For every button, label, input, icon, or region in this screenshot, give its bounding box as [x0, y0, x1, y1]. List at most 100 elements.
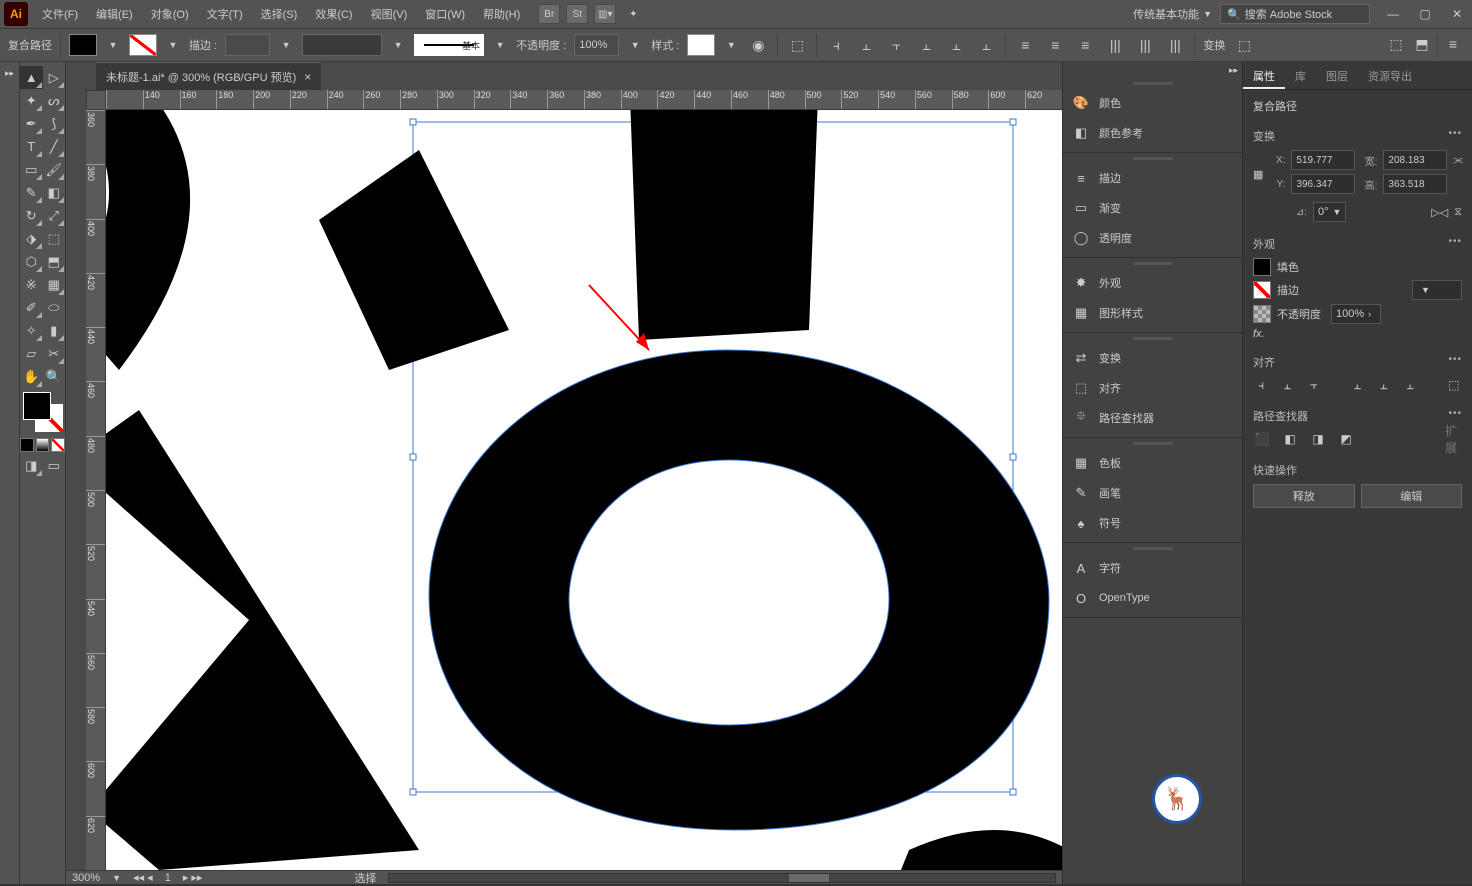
bridge-button[interactable]: Br: [538, 4, 560, 24]
crop-icon[interactable]: ⬒: [1411, 33, 1433, 55]
blend-tool[interactable]: ⬭: [43, 296, 66, 319]
panel-item-渐变[interactable]: ▭渐变: [1063, 193, 1242, 223]
stroke-dropdown[interactable]: ▼: [165, 34, 181, 56]
menu-help[interactable]: 帮助(H): [475, 2, 528, 26]
collapse-panels-icon[interactable]: ▸▸: [1229, 65, 1238, 76]
stroke-color-swatch[interactable]: [1253, 281, 1271, 299]
type-tool[interactable]: T: [20, 135, 43, 158]
screen-mode-tool[interactable]: ▭: [43, 454, 66, 477]
brush-dropdown[interactable]: ▼: [492, 34, 508, 56]
line-tool[interactable]: ╱: [43, 135, 66, 158]
align-right-icon[interactable]: ⫟: [885, 34, 907, 56]
panel-item-外观[interactable]: ✸外观: [1063, 268, 1242, 298]
angle-input[interactable]: 0°▼: [1313, 202, 1346, 222]
slice-tool[interactable]: ✂: [43, 342, 66, 365]
selection-tool[interactable]: ▲: [20, 66, 43, 89]
align-left-icon[interactable]: ⫞: [825, 34, 847, 56]
appearance-more-icon[interactable]: •••: [1448, 236, 1462, 247]
arrange-button[interactable]: ▥▾: [594, 4, 616, 24]
direct-selection-tool[interactable]: ▷: [43, 66, 66, 89]
align-top-icon[interactable]: ⫠: [915, 34, 937, 56]
fill-indicator[interactable]: [23, 392, 51, 420]
eraser-tool[interactable]: ◧: [43, 181, 66, 204]
fill-color-swatch[interactable]: [1253, 258, 1271, 276]
pf-minus-icon[interactable]: ◧: [1281, 430, 1299, 448]
transform-label[interactable]: 变换: [1203, 37, 1225, 53]
brush-definition-field[interactable]: 基本: [414, 34, 484, 56]
opacity-field[interactable]: 100%: [574, 34, 619, 56]
draw-mode-tool[interactable]: ◨: [20, 454, 43, 477]
flip-v-icon[interactable]: ⧖: [1454, 206, 1462, 219]
page-number[interactable]: 1: [165, 872, 171, 884]
recolor-icon[interactable]: ◉: [747, 34, 769, 56]
flip-h-icon[interactable]: ▷◁: [1431, 206, 1448, 219]
fill-stroke-indicator[interactable]: [23, 392, 63, 432]
align-vcenter-icon[interactable]: ⫠: [945, 34, 967, 56]
stroke-profile-field[interactable]: [302, 34, 382, 56]
style-swatch[interactable]: [687, 34, 715, 56]
scale-tool[interactable]: ⤢: [43, 204, 66, 227]
horizontal-scrollbar[interactable]: [388, 873, 1056, 883]
stroke-swatch[interactable]: [129, 34, 157, 56]
align-bottom-btn[interactable]: ⫠: [1402, 376, 1418, 394]
panel-item-路径查找器[interactable]: ⯐路径查找器: [1063, 403, 1242, 433]
tab-asset-export[interactable]: 资源导出: [1358, 62, 1422, 89]
tab-properties[interactable]: 属性: [1243, 62, 1285, 89]
canvas[interactable]: [106, 110, 1062, 870]
release-button[interactable]: 释放: [1253, 484, 1355, 508]
free-transform-tool[interactable]: ⬚: [43, 227, 66, 250]
pathfinder-more-icon[interactable]: •••: [1448, 408, 1462, 419]
stroke-weight-field[interactable]: [225, 34, 270, 56]
panel-item-变换[interactable]: ⇄变换: [1063, 343, 1242, 373]
dist-vcenter-icon[interactable]: ≡: [1044, 34, 1066, 56]
graph-tool[interactable]: ▮: [43, 319, 66, 342]
transform-more-icon[interactable]: •••: [1448, 128, 1462, 139]
align-vcenter-btn[interactable]: ⫠: [1376, 376, 1392, 394]
reference-point-icon[interactable]: ▦: [1253, 158, 1263, 190]
align-to-btn[interactable]: ⬚: [1446, 376, 1462, 394]
paintbrush-tool[interactable]: 🖌: [43, 158, 66, 181]
tab-layers[interactable]: 图层: [1316, 62, 1358, 89]
opacity-swatch[interactable]: [1253, 305, 1271, 323]
panel-item-字符[interactable]: A字符: [1063, 553, 1242, 583]
tab-libraries[interactable]: 库: [1285, 62, 1316, 89]
minimize-button[interactable]: —: [1382, 6, 1404, 22]
pf-unite-icon[interactable]: ⬛: [1253, 430, 1271, 448]
align-hcenter-btn[interactable]: ⫠: [1279, 376, 1295, 394]
menu-type[interactable]: 文字(T): [199, 2, 251, 26]
page-nav-prev[interactable]: ◂◂ ◂: [133, 871, 153, 884]
opacity-dropdown[interactable]: ▼: [627, 34, 643, 56]
perspective-tool[interactable]: ⬒: [43, 250, 66, 273]
style-dropdown[interactable]: ▼: [723, 34, 739, 56]
search-stock-input[interactable]: 🔍 搜索 Adobe Stock: [1220, 4, 1370, 24]
menu-edit[interactable]: 编辑(E): [88, 2, 141, 26]
rotate-tool[interactable]: ↻: [20, 204, 43, 227]
menu-select[interactable]: 选择(S): [253, 2, 306, 26]
dist-top-icon[interactable]: ≡: [1014, 34, 1036, 56]
panel-item-颜色[interactable]: 🎨颜色: [1063, 88, 1242, 118]
panel-item-图形样式[interactable]: ▦图形样式: [1063, 298, 1242, 328]
gradient-tool[interactable]: ▦: [43, 273, 66, 296]
shaper-tool[interactable]: ✎: [20, 181, 43, 204]
gradient-mode-icon[interactable]: [36, 438, 50, 452]
panel-item-符号[interactable]: ♠符号: [1063, 508, 1242, 538]
pf-exclude-icon[interactable]: ◩: [1337, 430, 1355, 448]
panel-item-色板[interactable]: ▦色板: [1063, 448, 1242, 478]
align-more-icon[interactable]: •••: [1448, 354, 1462, 365]
stock-button[interactable]: St: [566, 4, 588, 24]
lasso-tool[interactable]: ᔕ: [43, 89, 66, 112]
fx-label[interactable]: fx.: [1253, 328, 1265, 340]
document-tab[interactable]: 未标题-1.ai* @ 300% (RGB/GPU 预览) ×: [96, 62, 321, 91]
menu-file[interactable]: 文件(F): [34, 2, 86, 26]
stroke-weight-input[interactable]: ▼: [1412, 280, 1462, 300]
width-input[interactable]: 208.183: [1383, 150, 1447, 170]
menu-effect[interactable]: 效果(C): [307, 2, 360, 26]
align-right-btn[interactable]: ⫟: [1306, 376, 1322, 394]
close-tab-icon[interactable]: ×: [304, 70, 311, 84]
color-mode-icon[interactable]: [20, 438, 34, 452]
opacity-input[interactable]: 100%›: [1331, 304, 1381, 324]
left-dock-collapsed[interactable]: ▸▸: [0, 62, 20, 884]
panel-item-对齐[interactable]: ⬚对齐: [1063, 373, 1242, 403]
panel-item-透明度[interactable]: ◯透明度: [1063, 223, 1242, 253]
workspace-switcher[interactable]: 传统基本功能▼: [1125, 4, 1220, 24]
